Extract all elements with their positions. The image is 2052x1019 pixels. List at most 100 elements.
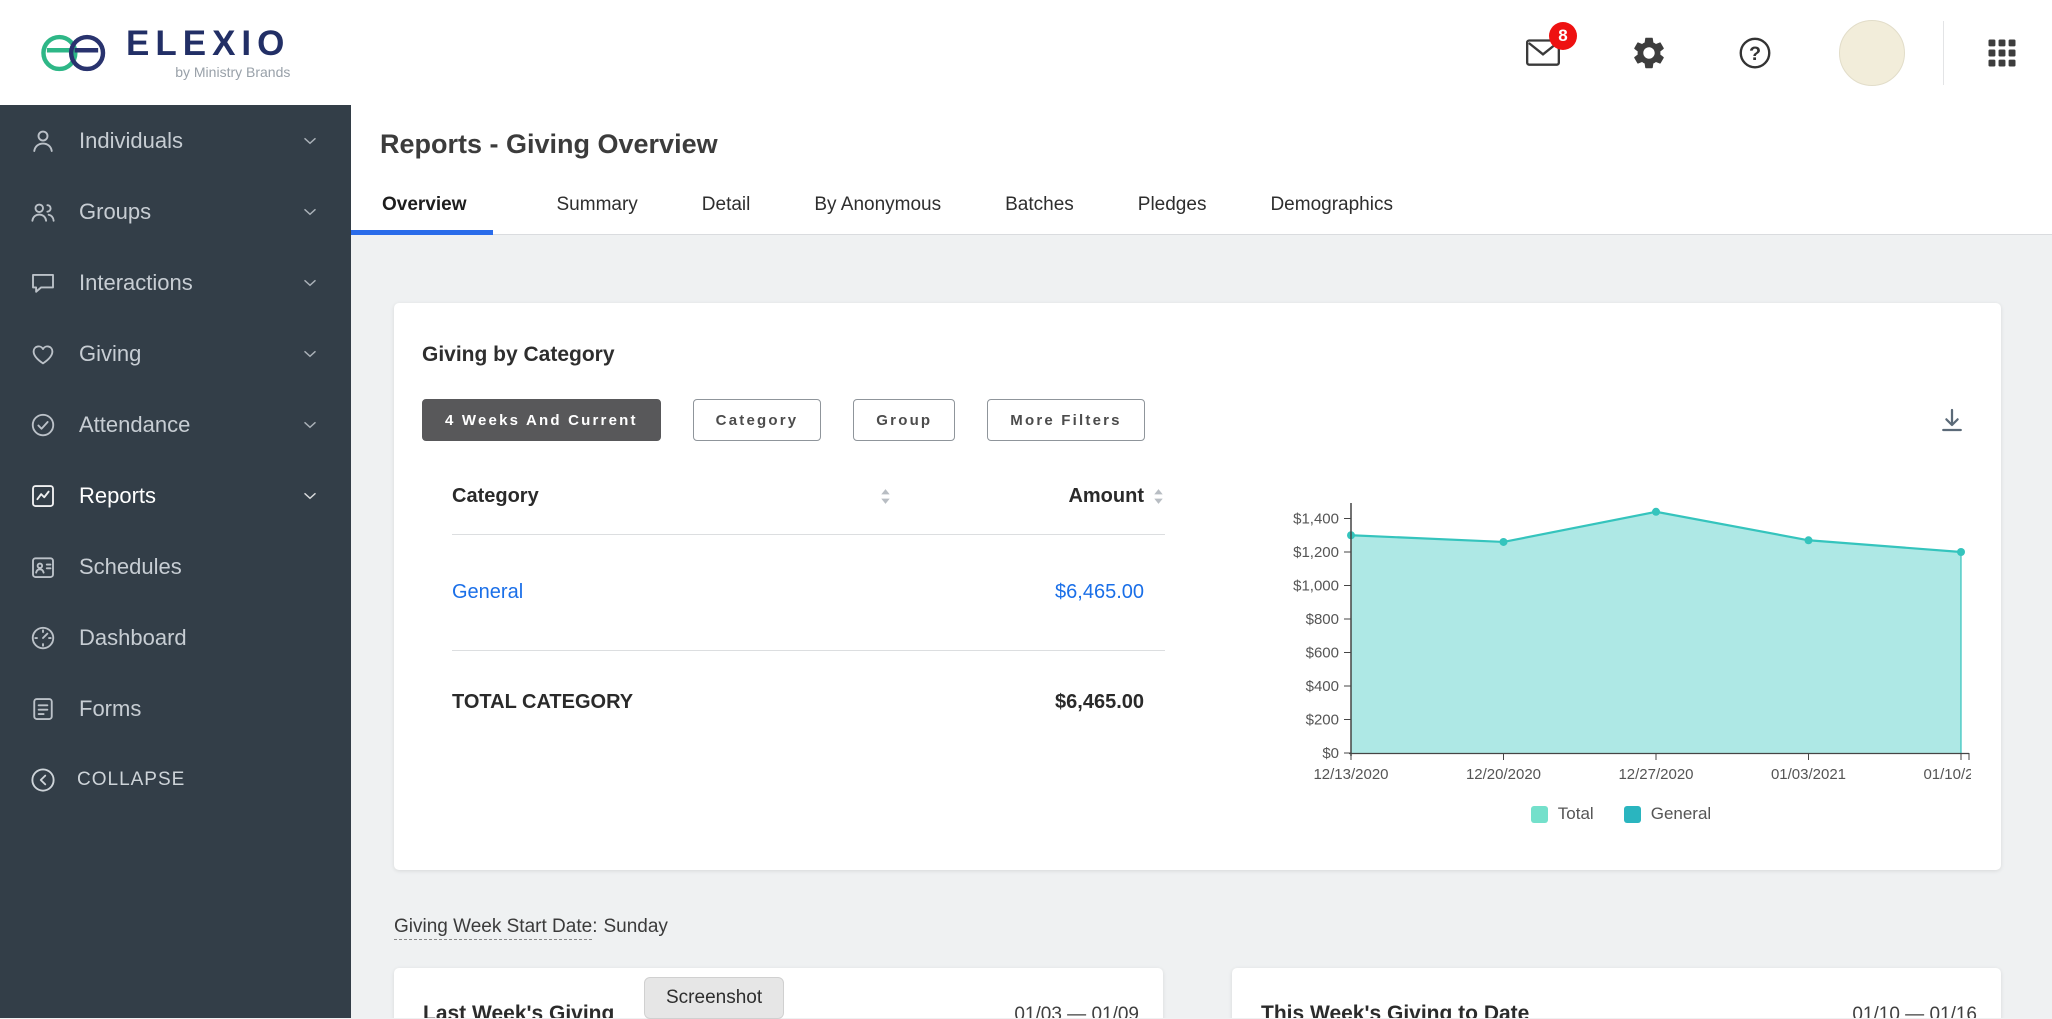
- download-icon: [1937, 405, 1967, 435]
- week-start-separator: :: [592, 916, 598, 937]
- sidebar-collapse-button[interactable]: COLLAPSE: [0, 744, 351, 815]
- sidebar-item-interactions[interactable]: Interactions: [0, 247, 351, 318]
- avatar[interactable]: [1839, 19, 1905, 86]
- header-divider: [1943, 20, 1944, 85]
- mail-button[interactable]: 8: [1521, 21, 1577, 75]
- sidebar-item-label: Schedules: [79, 553, 182, 579]
- sidebar-item-giving[interactable]: Giving: [0, 318, 351, 389]
- settings-button[interactable]: [1627, 31, 1671, 75]
- header-actions: 8 ?: [1521, 19, 2022, 86]
- tab-overview[interactable]: Overview: [351, 176, 493, 235]
- sidebar-item-individuals[interactable]: Individuals: [0, 105, 351, 176]
- check-circle-icon: [27, 409, 59, 441]
- logo-brand-text: ELEXIO: [126, 23, 291, 63]
- sidebar-item-label: Attendance: [79, 411, 191, 437]
- download-button[interactable]: [1933, 401, 1971, 439]
- chevron-down-icon: [299, 272, 321, 294]
- svg-text:$1,200: $1,200: [1293, 544, 1339, 561]
- amount-link[interactable]: $6,465.00: [1055, 581, 1144, 604]
- svg-text:$1,000: $1,000: [1293, 578, 1339, 595]
- table-header-row: Category Amount: [452, 485, 1165, 535]
- last-week-title: Last Week's Giving: [423, 1002, 615, 1018]
- legend-label-total: Total: [1557, 804, 1594, 823]
- chevron-down-icon: [299, 414, 321, 436]
- card-title: Giving by Category: [422, 343, 615, 366]
- sidebar-item-reports[interactable]: Reports: [0, 460, 351, 531]
- sidebar-item-attendance[interactable]: Attendance: [0, 389, 351, 460]
- filter-more-filters-button[interactable]: More Filters: [987, 399, 1145, 441]
- tab-summary[interactable]: Summary: [557, 176, 638, 234]
- legend-label-general: General: [1650, 804, 1712, 823]
- id-card-icon: [27, 551, 59, 583]
- sidebar-item-label: Giving: [79, 340, 142, 366]
- svg-text:$1,400: $1,400: [1293, 511, 1339, 528]
- filter-category-button[interactable]: Category: [692, 399, 822, 441]
- help-button[interactable]: ?: [1733, 31, 1777, 75]
- giving-chart-block: $0 $200 $400 $600 $800 $1,000 $1,200 $1,400 12/1…: [1271, 485, 1971, 824]
- collapse-label: COLLAPSE: [77, 768, 186, 790]
- elexio-logo-mark-icon: [40, 29, 112, 77]
- apps-grid-icon: [1984, 35, 2020, 71]
- sort-icon[interactable]: [1152, 487, 1165, 506]
- tab-by-anonymous[interactable]: By Anonymous: [814, 176, 941, 234]
- sidebar-item-label: Reports: [79, 482, 157, 508]
- table-total-row: TOTAL CATEGORY $6,465.00: [452, 651, 1165, 714]
- apps-grid-button[interactable]: [1982, 33, 2022, 73]
- report-body: Giving by Category 4 Weeks And Current C…: [351, 235, 2052, 1018]
- giving-by-category-card: Giving by Category 4 Weeks And Current C…: [394, 303, 2001, 870]
- svg-text:$800: $800: [1306, 611, 1339, 628]
- column-header-amount[interactable]: Amount: [892, 485, 1165, 508]
- heart-icon: [27, 338, 59, 370]
- table-row: General $6,465.00: [452, 535, 1165, 651]
- legend-item-general[interactable]: General: [1623, 804, 1712, 824]
- sort-icon[interactable]: [879, 487, 892, 506]
- screenshot-tooltip: Screenshot: [644, 977, 785, 1019]
- this-week-date-range: 01/10 — 01/16: [1852, 1004, 1977, 1018]
- week-start-value: Sunday: [603, 916, 668, 937]
- chevron-down-icon: [299, 130, 321, 152]
- tab-detail[interactable]: Detail: [702, 176, 751, 234]
- tab-demographics[interactable]: Demographics: [1270, 176, 1393, 234]
- chevron-down-icon: [299, 201, 321, 223]
- column-label-amount: Amount: [1068, 485, 1144, 507]
- tab-pledges[interactable]: Pledges: [1138, 176, 1207, 234]
- legend-item-total[interactable]: Total: [1530, 804, 1594, 824]
- svg-text:12/13/2020: 12/13/2020: [1313, 766, 1388, 783]
- top-header: ELEXIO by Ministry Brands 8 ?: [0, 0, 2052, 105]
- week-start-label[interactable]: Giving Week Start Date: [394, 916, 593, 940]
- category-table: Category Amount General $6,465.00 TOTAL …: [452, 485, 1165, 714]
- people-icon: [27, 196, 59, 228]
- svg-text:$600: $600: [1306, 645, 1339, 662]
- filter-weeks-button[interactable]: 4 Weeks And Current: [422, 399, 661, 441]
- page-header: Reports - Giving Overview Overview Summa…: [351, 105, 2052, 235]
- sidebar-nav: Individuals Groups Interactions Giving A…: [0, 105, 351, 1018]
- sidebar-item-dashboard[interactable]: Dashboard: [0, 602, 351, 673]
- legend-swatch-general: [1623, 805, 1641, 823]
- elexio-logo[interactable]: ELEXIO by Ministry Brands: [40, 26, 290, 80]
- column-header-category[interactable]: Category: [452, 485, 892, 508]
- sidebar-item-schedules[interactable]: Schedules: [0, 531, 351, 602]
- page-title: Reports - Giving Overview: [380, 129, 718, 159]
- legend-swatch-total: [1530, 805, 1548, 823]
- mail-badge: 8: [1549, 21, 1577, 50]
- svg-text:01/03/2021: 01/03/2021: [1771, 766, 1846, 783]
- giving-trend-chart: $0 $200 $400 $600 $800 $1,000 $1,200 $1,400 12/1…: [1293, 503, 1971, 783]
- gear-icon: [1630, 34, 1668, 72]
- svg-text:?: ?: [1749, 42, 1761, 64]
- svg-text:12/27/2020: 12/27/2020: [1618, 766, 1693, 783]
- sidebar-item-label: Dashboard: [79, 624, 187, 650]
- svg-text:$0: $0: [1322, 745, 1339, 762]
- sidebar-item-groups[interactable]: Groups: [0, 176, 351, 247]
- chevron-left-circle-icon: [27, 764, 59, 796]
- filter-group-button[interactable]: Group: [853, 399, 956, 441]
- chat-icon: [27, 267, 59, 299]
- total-label: TOTAL CATEGORY: [452, 691, 634, 713]
- svg-text:$400: $400: [1306, 678, 1339, 695]
- report-tabs: Overview Summary Detail By Anonymous Bat…: [351, 176, 2052, 235]
- sidebar-item-forms[interactable]: Forms: [0, 673, 351, 744]
- this-week-title: This Week's Giving to Date: [1261, 1002, 1530, 1018]
- category-link[interactable]: General: [452, 581, 523, 604]
- filter-bar: 4 Weeks And Current Category Group More …: [422, 399, 1971, 441]
- report-chart-icon: [27, 480, 59, 512]
- tab-batches[interactable]: Batches: [1005, 176, 1074, 234]
